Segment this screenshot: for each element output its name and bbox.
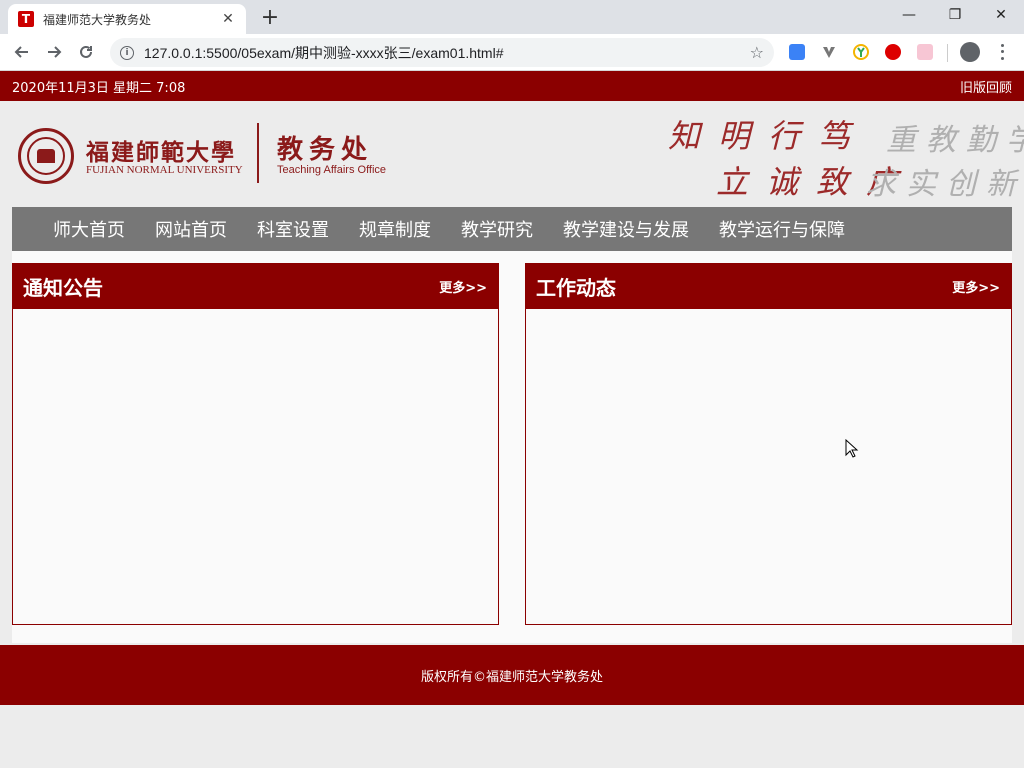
nav-item-site-home[interactable]: 网站首页 (155, 216, 227, 242)
forward-arrow-icon[interactable] (42, 40, 66, 64)
tab-close-icon[interactable]: ✕ (220, 11, 236, 27)
site-info-icon[interactable]: i (120, 45, 134, 60)
nav-item-departments[interactable]: 科室设置 (257, 216, 329, 242)
notices-more-link[interactable]: 更多>> (439, 277, 487, 296)
news-panel: 工作动态 更多>> (525, 263, 1012, 625)
current-date: 2020年11月3日 星期二 7:08 (12, 80, 186, 96)
restore-icon[interactable]: ❐ (932, 0, 978, 30)
bookmark-star-icon[interactable]: ☆ (750, 43, 764, 62)
nav-item-teaching-research[interactable]: 教学研究 (461, 216, 533, 242)
logo-divider (257, 123, 259, 183)
extension-v-icon[interactable] (821, 44, 837, 60)
site-header: 福建師範大學 FUJIAN NORMAL UNIVERSITY 教务处 Teac… (0, 101, 1024, 207)
university-seal-icon[interactable] (18, 128, 74, 184)
nav-item-university-home[interactable]: 师大首页 (53, 216, 125, 242)
tab-title: 福建师范大学教务处 (43, 12, 152, 27)
nav-item-regulations[interactable]: 规章制度 (359, 216, 431, 242)
motto-line-1: 知明行笃 (668, 117, 869, 155)
browser-toolbar: i 127.0.0.1:5500/05exam/期中测验-xxxx张三/exam… (0, 34, 1024, 71)
extension-blue-icon[interactable] (789, 44, 805, 60)
old-version-link[interactable]: 旧版回顾 (960, 77, 1012, 96)
news-more-link[interactable]: 更多>> (952, 277, 1000, 296)
site-footer: 版权所有©福建师范大学教务处 (0, 645, 1024, 705)
url-text: 127.0.0.1:5500/05exam/期中测验-xxxx张三/exam01… (144, 44, 504, 61)
mouse-cursor-icon (845, 439, 859, 458)
browser-tab-strip: T 福建师范大学教务处 ✕ + — ❐ ✕ (0, 0, 1024, 34)
notices-header: 通知公告 更多>> (13, 264, 498, 309)
main-navigation: 师大首页 网站首页 科室设置 规章制度 教学研究 教学建设与发展 教学运行与保障 (12, 207, 1012, 251)
back-arrow-icon[interactable] (10, 40, 34, 64)
profile-avatar-icon[interactable] (960, 42, 980, 62)
extension-y-icon[interactable] (853, 44, 869, 60)
site-favicon-icon: T (18, 11, 34, 27)
motto-gray-line-2: 求实创新 (866, 167, 1024, 202)
content-area: 通知公告 更多>> 工作动态 更多>> (12, 251, 1012, 643)
news-header: 工作动态 更多>> (526, 264, 1011, 309)
nav-item-teaching-development[interactable]: 教学建设与发展 (563, 216, 689, 242)
address-bar[interactable]: i 127.0.0.1:5500/05exam/期中测验-xxxx张三/exam… (110, 38, 774, 67)
copyright-text: 版权所有©福建师范大学教务处 (420, 669, 603, 685)
notices-title: 通知公告 (23, 276, 103, 300)
extension-stop-icon[interactable] (885, 44, 901, 60)
reload-icon[interactable] (74, 40, 98, 64)
notices-panel: 通知公告 更多>> (12, 263, 499, 625)
window-close-icon[interactable]: ✕ (978, 0, 1024, 30)
toolbar-separator (947, 44, 948, 62)
minimize-icon[interactable]: — (886, 0, 932, 30)
news-title: 工作动态 (536, 276, 616, 300)
office-name-cn: 教务处 (277, 135, 374, 165)
top-info-bar: 2020年11月3日 星期二 7:08 旧版回顾 (0, 71, 1024, 101)
office-name-en: Teaching Affairs Office (277, 164, 387, 176)
extension-pink-icon[interactable] (917, 44, 933, 60)
university-name-en: FUJIAN NORMAL UNIVERSITY (86, 164, 243, 176)
university-name-cn: 福建師範大學 (86, 139, 236, 166)
browser-tab[interactable]: T 福建师范大学教务处 ✕ (8, 4, 246, 34)
web-page: 2020年11月3日 星期二 7:08 旧版回顾 福建師範大學 FUJIAN N… (0, 71, 1024, 768)
browser-menu-icon[interactable] (994, 42, 1010, 62)
new-tab-icon[interactable]: + (258, 5, 282, 30)
motto-gray-line-1: 重教勤学 (886, 123, 1024, 158)
nav-item-teaching-operations[interactable]: 教学运行与保障 (719, 216, 845, 242)
